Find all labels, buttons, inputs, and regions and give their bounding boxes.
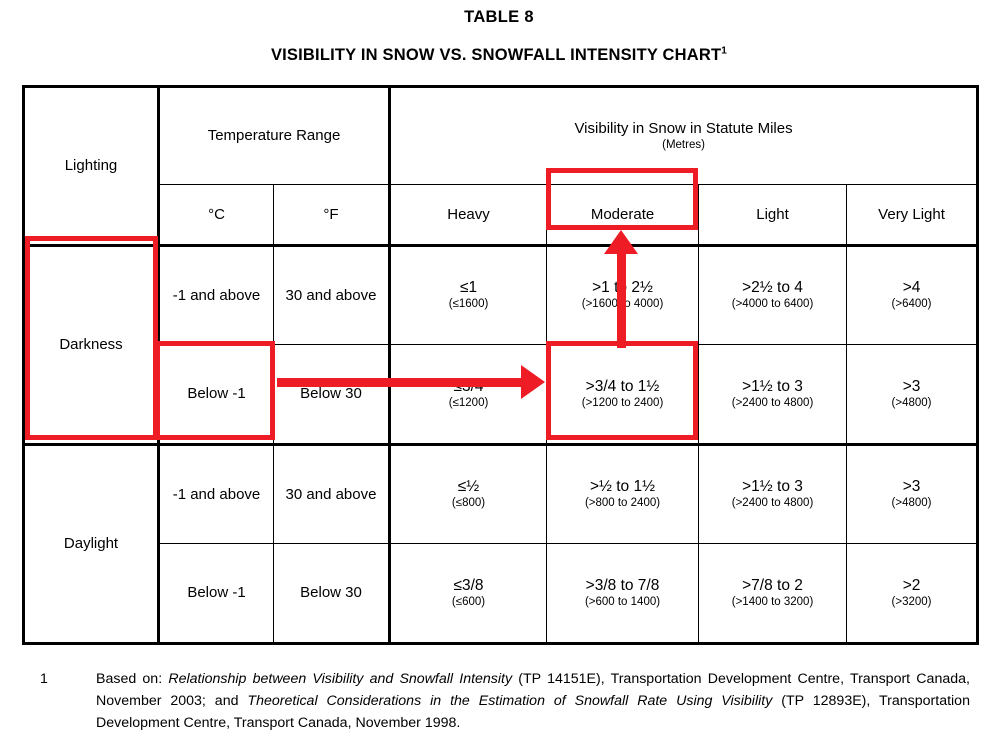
visibility-miles: >7/8 to 2 <box>742 576 803 594</box>
visibility-cell-moderate: >3/8 to 7/8 (>600 to 1400) <box>546 543 700 644</box>
visibility-metres: (>1400 to 3200) <box>731 596 814 609</box>
visibility-miles: >4 <box>902 279 921 297</box>
visibility-cell-moderate: >1 to 2½ (>1600 to 4000) <box>546 243 700 346</box>
visibility-table-container: Lighting Temperature Range Visibility in… <box>22 85 980 645</box>
visibility-miles: >1 to 2½ <box>592 279 653 297</box>
visibility-cell-heavy: ≤1 (≤1600) <box>389 243 548 346</box>
footnote-reference-2-title: Theoretical Considerations in the Estima… <box>247 693 773 709</box>
visibility-cell-light: >1½ to 3 (>2400 to 4800) <box>698 344 848 445</box>
visibility-metres: (>1200 to 2400) <box>581 396 664 409</box>
header-visibility-group: Visibility in Snow in Statute Miles (Met… <box>389 85 979 186</box>
table-header-row-2: °C °F Heavy Moderate Light Very Light <box>24 184 979 247</box>
lighting-daylight: Daylight <box>23 442 160 645</box>
visibility-cell-moderate: >3/4 to 1½ (>1200 to 2400) <box>546 344 700 445</box>
footnote-body: Based on: Relationship between Visibilit… <box>96 668 970 734</box>
visibility-miles: >2½ to 4 <box>742 279 803 297</box>
title-footnote-marker: 1 <box>721 45 728 57</box>
temp-celsius: Below -1 <box>158 344 274 445</box>
visibility-metres: (≤1200) <box>448 396 489 409</box>
header-fahrenheit: °F <box>272 184 392 246</box>
header-visibility-units: (Metres) <box>662 138 705 151</box>
visibility-cell-light: >7/8 to 2 (>1400 to 3200) <box>698 543 848 644</box>
temp-celsius: Below -1 <box>158 543 274 644</box>
page-title-text: VISIBILITY IN SNOW VS. SNOWFALL INTENSIT… <box>270 45 722 64</box>
document-header: TABLE 8 VISIBILITY IN SNOW VS. SNOWFALL … <box>0 0 998 66</box>
temp-fahrenheit: Below 30 <box>272 543 392 644</box>
table-row: Below -1 Below 30 ≤3/8 (≤600) >3/8 to 7/… <box>24 543 979 644</box>
visibility-miles: >3/8 to 7/8 <box>585 576 660 594</box>
visibility-cell-very-light: >3 (>4800) <box>846 442 979 545</box>
temp-fahrenheit: 30 and above <box>272 442 392 545</box>
footnote-number: 1 <box>40 671 48 687</box>
footnote-lead: Based on: <box>96 671 163 687</box>
visibility-metres: (≤1600) <box>448 298 489 311</box>
header-visibility-title: Visibility in Snow in Statute Miles <box>574 119 793 137</box>
visibility-cell-heavy: ≤3/8 (≤600) <box>389 543 548 644</box>
visibility-metres: (>6400) <box>891 298 932 311</box>
table-header-row-1: Lighting Temperature Range Visibility in… <box>23 85 979 246</box>
header-intensity-moderate: Moderate <box>546 184 700 247</box>
visibility-miles: ≤½ <box>457 478 480 496</box>
visibility-miles: >3 <box>902 478 921 496</box>
visibility-metres: (>2400 to 4800) <box>731 497 814 510</box>
header-intensity-very-light: Very Light <box>846 184 979 247</box>
visibility-cell-very-light: >3 (>4800) <box>846 344 979 445</box>
visibility-cell-very-light: >2 (>3200) <box>846 543 979 644</box>
temp-fahrenheit: Below 30 <box>272 344 392 445</box>
header-intensity-light: Light <box>698 184 848 247</box>
visibility-metres: (>4000 to 6400) <box>731 298 814 311</box>
footnote: 1 Based on: Relationship between Visibil… <box>40 668 970 734</box>
visibility-miles: >2 <box>902 576 921 594</box>
table-row: Darkness -1 and above 30 and above ≤1 (≤… <box>23 243 979 445</box>
visibility-miles: ≤3/8 <box>453 576 484 594</box>
header-lighting: Lighting <box>23 86 160 246</box>
visibility-table: Lighting Temperature Range Visibility in… <box>22 85 980 645</box>
visibility-cell-very-light: >4 (>6400) <box>846 243 979 346</box>
visibility-miles: >1½ to 3 <box>742 377 803 395</box>
visibility-miles: ≤1 <box>459 279 478 297</box>
visibility-metres: (>4800) <box>891 497 932 510</box>
visibility-metres: (>1600 to 4000) <box>581 298 664 311</box>
visibility-miles: >1½ to 3 <box>742 478 803 496</box>
table-number: TABLE 8 <box>464 8 534 26</box>
visibility-miles: ≤3/4 <box>453 377 484 395</box>
visibility-cell-moderate: >½ to 1½ (>800 to 2400) <box>546 442 700 545</box>
visibility-metres: (>2400 to 4800) <box>731 396 814 409</box>
footnote-reference-1-title: Relationship between Visibility and Snow… <box>168 671 513 687</box>
visibility-cell-heavy: ≤½ (≤800) <box>389 442 548 545</box>
visibility-cell-light: >2½ to 4 (>4000 to 6400) <box>698 243 848 346</box>
visibility-cell-light: >1½ to 3 (>2400 to 4800) <box>698 442 848 545</box>
temp-celsius: -1 and above <box>158 243 274 346</box>
visibility-metres: (≤800) <box>451 497 486 510</box>
temp-celsius: -1 and above <box>158 442 274 545</box>
header-temperature-range: Temperature Range <box>157 85 392 186</box>
visibility-cell-heavy: ≤3/4 (≤1200) <box>389 344 548 445</box>
page-title: VISIBILITY IN SNOW VS. SNOWFALL INTENSIT… <box>0 46 998 66</box>
visibility-metres: (>4800) <box>891 396 932 409</box>
table-row: Daylight -1 and above 30 and above ≤½ (≤… <box>23 442 979 645</box>
visibility-metres: (≤600) <box>451 596 486 609</box>
temp-fahrenheit: 30 and above <box>272 243 392 346</box>
table-row: Below -1 Below 30 ≤3/4 (≤1200) >3/4 to 1… <box>24 344 979 445</box>
visibility-miles: >3/4 to 1½ <box>585 377 660 395</box>
lighting-darkness: Darkness <box>23 243 160 445</box>
visibility-metres: (>3200) <box>891 596 932 609</box>
visibility-metres: (>800 to 2400) <box>584 497 661 510</box>
visibility-miles: >½ to 1½ <box>589 478 656 496</box>
header-intensity-heavy: Heavy <box>389 184 548 247</box>
header-celsius: °C <box>158 184 274 246</box>
visibility-metres: (>600 to 1400) <box>584 596 661 609</box>
visibility-miles: >3 <box>902 377 921 395</box>
